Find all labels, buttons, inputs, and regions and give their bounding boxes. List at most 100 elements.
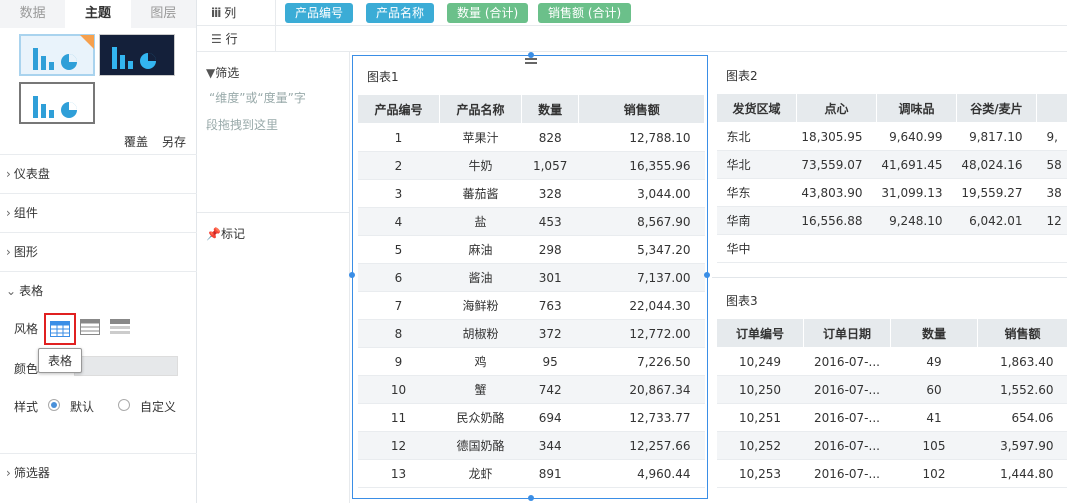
- table-row: 华中: [716, 234, 1067, 263]
- section-dashboard[interactable]: › 仪表盘: [0, 154, 197, 192]
- selected-star-badge: [80, 35, 94, 49]
- filter-hint-line2: 段拖拽到这里: [206, 118, 279, 132]
- table-cell: 60: [890, 375, 978, 404]
- table-cell: 华北: [716, 150, 797, 179]
- columns-label: iii 列: [211, 6, 237, 20]
- resize-handle[interactable]: [528, 52, 534, 58]
- columns-shelf: iii 列 产品编号 产品名称 数量 (合计) 销售额 (合计): [197, 0, 1067, 26]
- resize-handle[interactable]: [704, 272, 710, 278]
- chart2-header-cell[interactable]: 发货区域: [716, 93, 797, 123]
- chart1-panel[interactable]: 图表1 产品编号 产品名称 数量 销售额 1 苹果汁 828 12,788.10 2 牛奶 1,0…: [349, 52, 710, 501]
- chart1-header-cell[interactable]: 数量: [520, 94, 580, 124]
- pill-product-id[interactable]: 产品编号: [285, 3, 354, 23]
- chart2-header-cell[interactable]: 谷类/麦片: [956, 93, 1037, 123]
- table-cell: 763: [521, 291, 579, 320]
- table-row: 1 苹果汁 828 12,788.10: [357, 123, 705, 152]
- theme-thumbnails: [0, 28, 196, 128]
- section-component[interactable]: › 组件: [0, 193, 197, 231]
- chart1-header-cell[interactable]: 产品编号: [357, 94, 440, 124]
- table-style-stripe-button[interactable]: [80, 319, 100, 335]
- table-cell: 95: [521, 347, 579, 376]
- radio-default[interactable]: [48, 399, 60, 411]
- resize-handle[interactable]: [528, 495, 534, 501]
- table-cell: 19,559.27: [956, 178, 1037, 207]
- chart1-title: 图表1: [367, 70, 399, 84]
- theme-thumb-outline[interactable]: [19, 82, 95, 124]
- pill-sales-sum[interactable]: 销售额 (合计): [538, 3, 632, 23]
- chart-icon: [112, 47, 156, 69]
- pill-product-name[interactable]: 产品名称: [366, 3, 435, 23]
- dashboard-editor: 数据 主题 图层 覆盖 另存 › 仪表盘 › 组件 › 图形 ⌄ 表格 风格 颜…: [0, 0, 1067, 503]
- section-table[interactable]: ⌄ 表格: [0, 271, 197, 309]
- divider: [275, 0, 276, 26]
- chart3-table: 订单编号 订单日期 数量 销售额 10,249 2016-07-... 49 1,863.4…: [716, 318, 1067, 488]
- pill-quantity-sum[interactable]: 数量 (合计): [447, 3, 529, 23]
- cover-button[interactable]: 覆盖: [124, 133, 148, 150]
- save-as-button[interactable]: 另存: [162, 133, 186, 150]
- table-cell: 2: [357, 151, 440, 180]
- chart1-header-cell[interactable]: 产品名称: [438, 94, 522, 124]
- chart3-header-cell[interactable]: 数量: [890, 318, 978, 348]
- table-row: 3 蕃茄酱 328 3,044.00: [357, 179, 705, 208]
- section-graphic[interactable]: › 图形: [0, 232, 197, 270]
- table-cell: 20,867.34: [578, 375, 705, 404]
- radio-custom[interactable]: [118, 399, 130, 411]
- color-label: 颜色: [14, 362, 39, 376]
- chart2-header-cell[interactable]: 点心: [796, 93, 877, 123]
- mode-label: 样式: [14, 400, 39, 414]
- table-cell: 10,250: [716, 375, 804, 404]
- table-row: 10,251 2016-07-... 41 654.06: [716, 403, 1067, 432]
- table-cell: 105: [890, 431, 978, 460]
- table-cell: 1,863.40: [977, 347, 1067, 376]
- table-cell: 9,: [1036, 122, 1067, 151]
- table-cell: 龙虾: [439, 459, 522, 488]
- chart2-panel[interactable]: 图表2 发货区域 点心 调味品 谷类/麦片 东北 18,305.95 9,640.99 9,…: [712, 55, 1067, 277]
- table-cell: 12,257.66: [578, 431, 705, 460]
- chart3-panel[interactable]: 图表3 订单编号 订单日期 数量 销售额 10,249 2016-07-... 49 1,8…: [712, 280, 1067, 503]
- table-grid-icon: [50, 321, 70, 337]
- section-filter[interactable]: › 筛选器: [0, 453, 197, 491]
- table-style-simple-button[interactable]: [110, 319, 130, 335]
- theme-actions: 覆盖 另存: [124, 133, 186, 150]
- chart2-header-cell[interactable]: [1036, 93, 1067, 123]
- left-panel: 数据 主题 图层 覆盖 另存 › 仪表盘 › 组件 › 图形 ⌄ 表格 风格 颜…: [0, 0, 197, 503]
- chart3-header-cell[interactable]: 订单日期: [803, 318, 891, 348]
- chart1-table: 产品编号 产品名称 数量 销售额 1 苹果汁 828 12,788.10 2 牛奶 1,057 16…: [357, 94, 705, 488]
- table-style-grid-button[interactable]: [44, 313, 76, 345]
- resize-handle[interactable]: [349, 272, 355, 278]
- table-cell: 9,817.10: [956, 122, 1037, 151]
- table-cell: 9: [357, 347, 440, 376]
- table-cell: 48,024.16: [956, 150, 1037, 179]
- chart3-header-cell[interactable]: 销售额: [977, 318, 1067, 348]
- table-cell: 8,567.90: [578, 207, 705, 236]
- drag-handle-icon[interactable]: [525, 58, 537, 64]
- table-cell: 10,251: [716, 403, 804, 432]
- table-cell: 5: [357, 235, 440, 264]
- table-cell: 2016-07-...: [803, 375, 891, 404]
- table-cell: 7,226.50: [578, 347, 705, 376]
- table-cell: 9,640.99: [876, 122, 957, 151]
- chart-icon: [33, 96, 77, 118]
- table-cell: 3: [357, 179, 440, 208]
- table-cell: 12,772.00: [578, 319, 705, 348]
- table-cell: 3,597.90: [977, 431, 1067, 460]
- table-cell: 12: [1036, 206, 1067, 235]
- color-picker[interactable]: [74, 356, 178, 376]
- theme-thumb-dark[interactable]: [99, 34, 175, 76]
- chart3-header-cell[interactable]: 订单编号: [716, 318, 804, 348]
- table-cell: 49: [890, 347, 978, 376]
- tab-data[interactable]: 数据: [0, 0, 65, 28]
- table-cell: 蕃茄酱: [439, 179, 522, 208]
- table-cell: 6,042.01: [956, 206, 1037, 235]
- table-row: 10,252 2016-07-... 105 3,597.90: [716, 431, 1067, 460]
- theme-thumb-light[interactable]: [19, 34, 95, 76]
- table-cell: 22,044.30: [578, 291, 705, 320]
- chart2-header-cell[interactable]: 调味品: [876, 93, 957, 123]
- tab-layers[interactable]: 图层: [131, 0, 196, 28]
- tab-theme[interactable]: 主题: [65, 0, 131, 28]
- table-row: 13 龙虾 891 4,960.44: [357, 459, 705, 488]
- table-cell: 6: [357, 263, 440, 292]
- rows-icon: ☰: [211, 32, 222, 46]
- table-row: 4 盐 453 8,567.90: [357, 207, 705, 236]
- chart1-header-cell[interactable]: 销售额: [578, 94, 705, 124]
